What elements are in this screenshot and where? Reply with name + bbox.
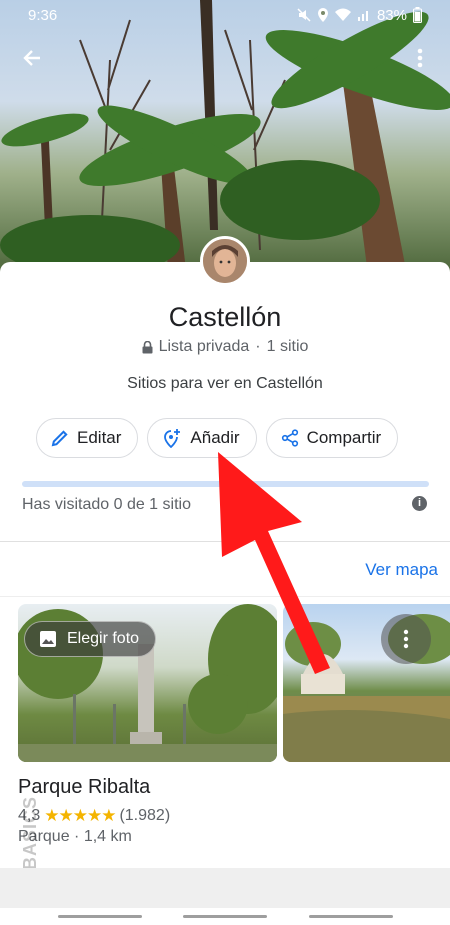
edit-button[interactable]: Editar [36, 418, 139, 458]
info-icon[interactable]: i [412, 496, 427, 511]
list-subtitle: Lista privada · 1 sitio [0, 338, 450, 356]
signal-icon [357, 11, 368, 21]
pencil-icon [51, 430, 68, 447]
visited-count-text: Has visitado 0 de 1 sitio [22, 496, 191, 513]
sheet-footer [0, 868, 450, 908]
list-description: Sitios para ver en Castellón [127, 375, 323, 392]
view-map-link[interactable]: Ver mapa [365, 560, 438, 580]
list-title: Castellón [168, 302, 282, 332]
separator: · [255, 338, 261, 355]
choose-photo-label: Elegir foto [67, 630, 140, 647]
star-rating-icon: ★★★★★ [44, 806, 116, 825]
location-icon [317, 8, 328, 22]
arrow-back-icon [23, 50, 40, 66]
place-count: 1 sitio [266, 338, 309, 355]
share-label: Compartir [306, 428, 382, 447]
battery-percent: 83% [376, 6, 407, 24]
divider [0, 541, 450, 542]
status-time: 9:36 [28, 6, 58, 24]
nav-back-button[interactable] [309, 915, 393, 918]
battery-icon [413, 7, 422, 23]
visited-progress-bar [22, 481, 429, 487]
nav-home-button[interactable] [183, 915, 267, 918]
status-bar: 9:36 83% [0, 0, 450, 30]
add-button[interactable]: Añadir [147, 418, 257, 458]
nav-recent-button[interactable] [58, 915, 142, 918]
more-vert-icon [417, 48, 423, 68]
review-count: (1.982) [119, 807, 171, 824]
share-button[interactable]: Compartir [265, 418, 399, 458]
separator: · [74, 828, 80, 845]
action-chips: Editar Añadir Compartir [36, 418, 399, 458]
place-options-button[interactable] [381, 614, 431, 664]
more-vert-icon [403, 629, 409, 649]
avatar[interactable] [200, 236, 250, 286]
place-distance: 1,4 km [83, 828, 132, 845]
add-label: Añadir [190, 428, 240, 447]
choose-photo-button[interactable]: Elegir foto [24, 621, 157, 657]
edit-label: Editar [77, 428, 122, 447]
privacy-label: Lista privada [158, 338, 250, 355]
back-button[interactable] [16, 42, 48, 74]
overflow-menu-button[interactable] [408, 42, 432, 74]
wifi-icon [334, 8, 351, 21]
mute-icon [297, 8, 311, 22]
add-place-icon [164, 429, 181, 448]
share-icon [281, 429, 298, 447]
image-icon [40, 631, 56, 647]
status-icons: 83% [297, 7, 422, 24]
lock-icon [142, 340, 153, 353]
divider [0, 596, 450, 597]
